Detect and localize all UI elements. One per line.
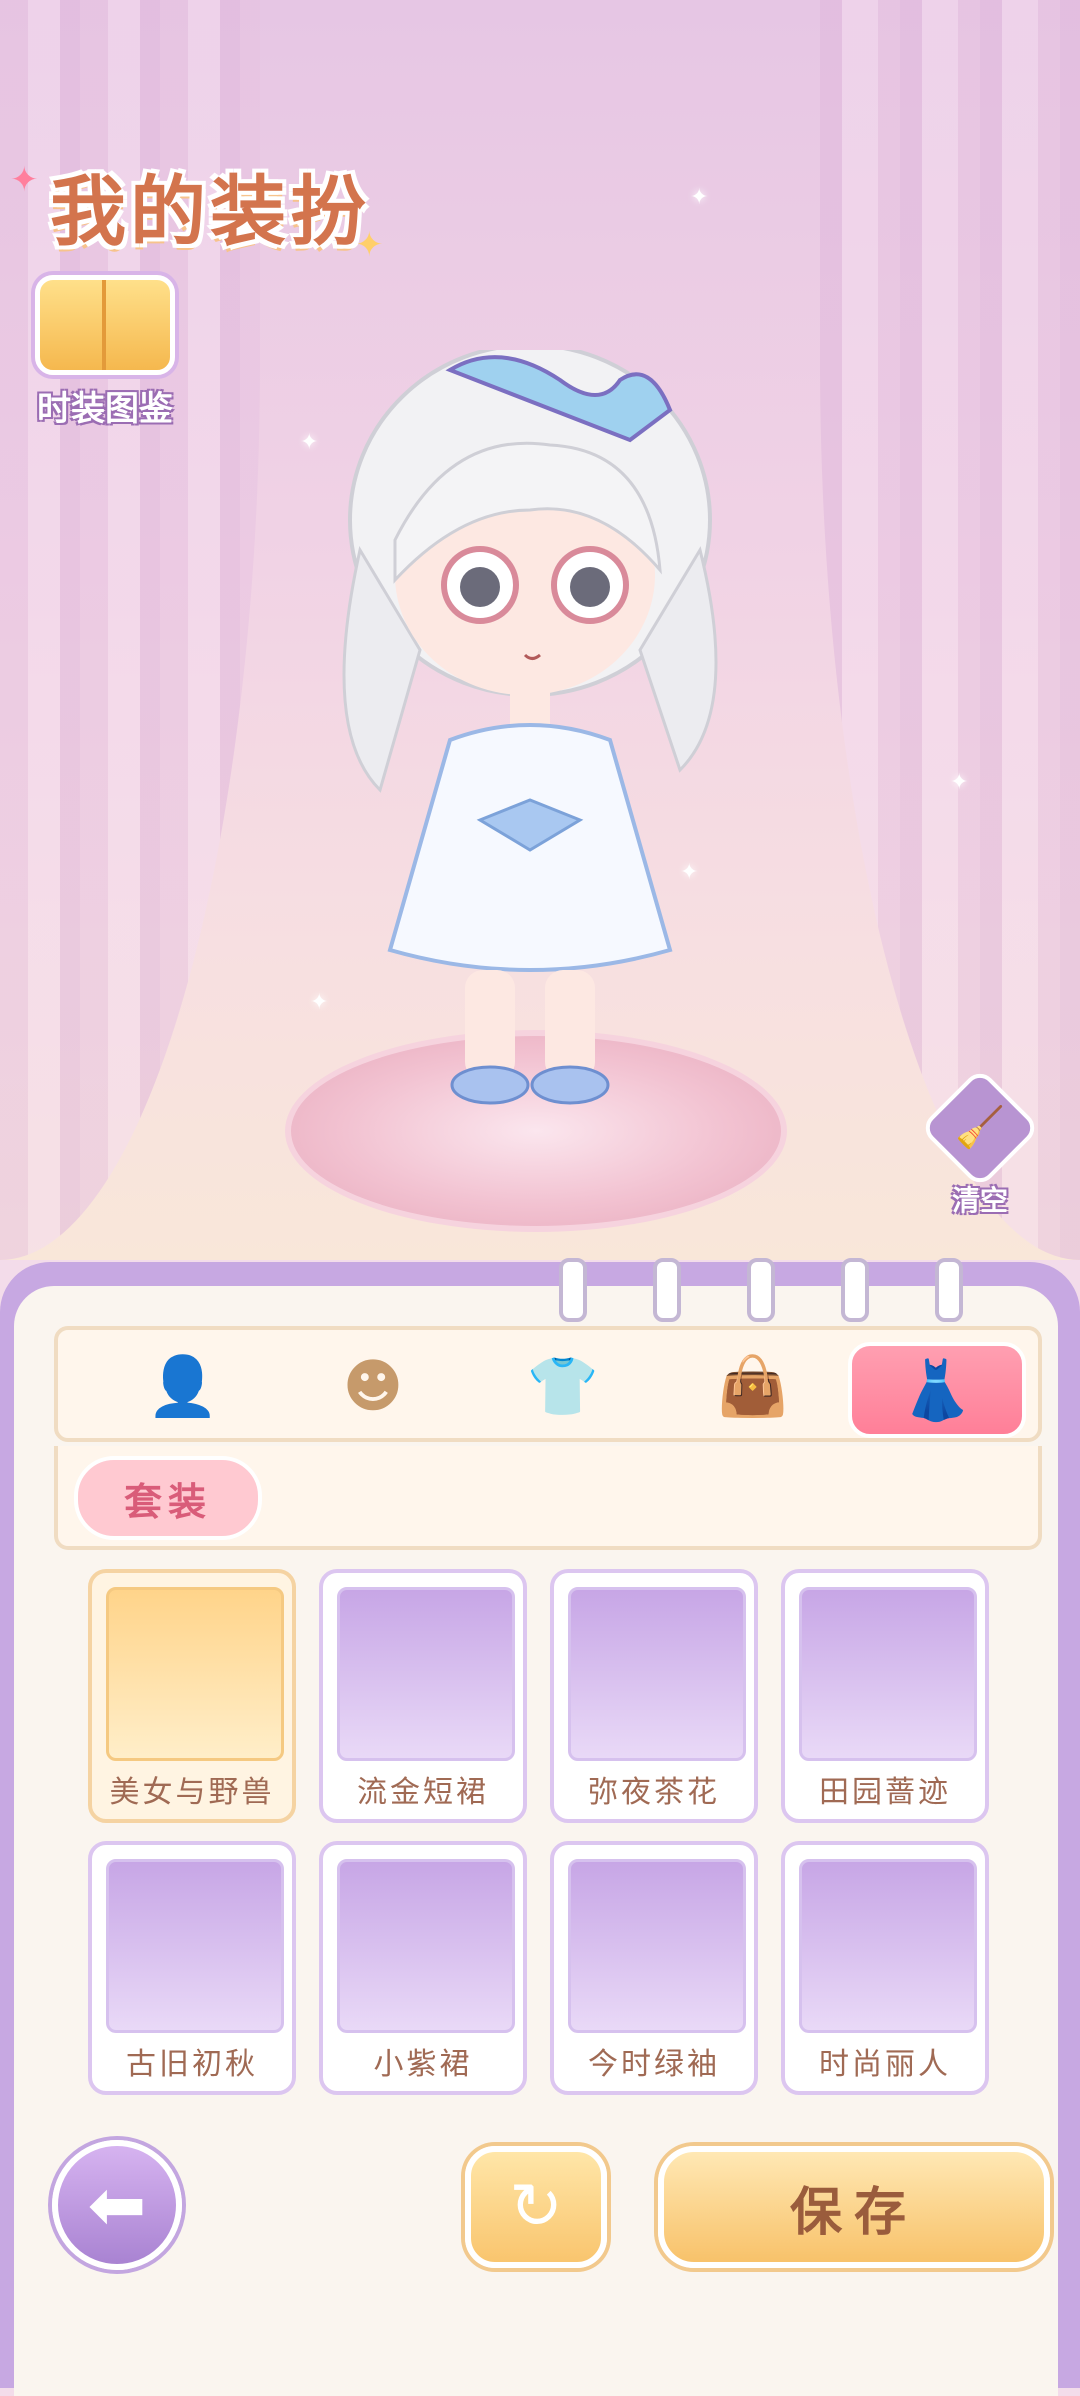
binder-rings bbox=[559, 1258, 963, 1322]
tab-face[interactable]: ☻ bbox=[288, 1342, 458, 1430]
reset-button[interactable]: ↻ bbox=[465, 2146, 607, 2268]
binder-ring bbox=[841, 1258, 869, 1322]
face-icon: ☻ bbox=[342, 1352, 404, 1420]
tab-hair[interactable]: 👤 bbox=[98, 1342, 268, 1430]
outfit-thumbnail bbox=[106, 1587, 284, 1761]
subcategory-bar: 套装 bbox=[54, 1446, 1042, 1550]
outfit-name: 流金短裙 bbox=[357, 1775, 489, 1810]
outfit-grid: 美女与野兽 流金短裙 弥夜茶花 田园蔷迹 古旧初秋 小紫裙 今时绿袖 时尚丽人 bbox=[88, 1569, 1008, 2095]
dressing-stage: ✦ ✦ ✦ ✦ ✦ ✦ ✦ 我的装扮 时装图鉴 🧹 清空 bbox=[0, 0, 1080, 1260]
binder-ring bbox=[747, 1258, 775, 1322]
binder-ring bbox=[559, 1258, 587, 1322]
outfit-name: 田园蔷迹 bbox=[819, 1775, 951, 1810]
book-icon bbox=[35, 275, 175, 375]
bottom-action-bar: ⬅ ↻ 保存 bbox=[0, 2110, 1080, 2388]
arrow-left-icon: ⬅ bbox=[87, 2164, 147, 2246]
curtain-right bbox=[820, 0, 1080, 1260]
bag-icon: 👜 bbox=[716, 1351, 790, 1420]
tab-accessory[interactable]: 👜 bbox=[668, 1342, 838, 1430]
sparkle-icon: ✦ bbox=[690, 185, 709, 210]
outfit-card[interactable]: 时尚丽人 bbox=[781, 1841, 989, 2095]
outfit-card[interactable]: 弥夜茶花 bbox=[550, 1569, 758, 1823]
fashion-catalog-button[interactable]: 时装图鉴 bbox=[30, 275, 180, 430]
outfit-card[interactable]: 古旧初秋 bbox=[88, 1841, 296, 2095]
clear-button[interactable]: 🧹 清空 bbox=[919, 1067, 1041, 1219]
catalog-label: 时装图鉴 bbox=[37, 389, 173, 429]
dress-icon: 👗 bbox=[900, 1355, 974, 1424]
star-icon: ✦ bbox=[10, 160, 39, 200]
tab-outfit[interactable]: 👗 bbox=[848, 1342, 1026, 1438]
outfit-name: 今时绿袖 bbox=[588, 2047, 720, 2082]
outfit-thumbnail bbox=[568, 1859, 746, 2033]
category-tabbar: 👤 ☻ 👕 👜 👗 bbox=[54, 1326, 1042, 1442]
hair-silhouette-icon: 👤 bbox=[146, 1351, 220, 1420]
sparkle-icon: ✦ bbox=[950, 770, 969, 795]
binder-ring bbox=[935, 1258, 963, 1322]
outfit-card[interactable]: 流金短裙 bbox=[319, 1569, 527, 1823]
outfit-card[interactable]: 今时绿袖 bbox=[550, 1841, 758, 2095]
outfit-card[interactable]: 小紫裙 bbox=[319, 1841, 527, 2095]
outfit-thumbnail bbox=[337, 1859, 515, 2033]
outfit-card[interactable]: 田园蔷迹 bbox=[781, 1569, 989, 1823]
outfit-thumbnail bbox=[799, 1587, 977, 1761]
subcategory-set-pill[interactable]: 套装 bbox=[74, 1456, 262, 1540]
refresh-icon: ↻ bbox=[509, 2170, 563, 2244]
outfit-name: 美女与野兽 bbox=[109, 1775, 275, 1810]
clear-label: 清空 bbox=[951, 1184, 1008, 1217]
broom-icon: 🧹 bbox=[919, 1067, 1041, 1189]
outfit-name: 小紫裙 bbox=[373, 2047, 473, 2082]
page-title: 我的装扮 bbox=[50, 167, 370, 256]
outfit-card[interactable]: 美女与野兽 bbox=[88, 1569, 296, 1823]
outfit-thumbnail bbox=[568, 1587, 746, 1761]
outfit-name: 时尚丽人 bbox=[819, 2047, 951, 2082]
binder-ring bbox=[653, 1258, 681, 1322]
character-avatar[interactable] bbox=[300, 350, 760, 1170]
outfit-thumbnail bbox=[337, 1587, 515, 1761]
back-button[interactable]: ⬅ bbox=[52, 2140, 182, 2270]
outfit-thumbnail bbox=[799, 1859, 977, 2033]
outfit-thumbnail bbox=[106, 1859, 284, 2033]
tab-top[interactable]: 👕 bbox=[478, 1342, 648, 1430]
outfit-name: 古旧初秋 bbox=[126, 2047, 258, 2082]
save-button[interactable]: 保存 bbox=[658, 2146, 1050, 2268]
outfit-name: 弥夜茶花 bbox=[588, 1775, 720, 1810]
tshirt-icon: 👕 bbox=[526, 1351, 600, 1420]
